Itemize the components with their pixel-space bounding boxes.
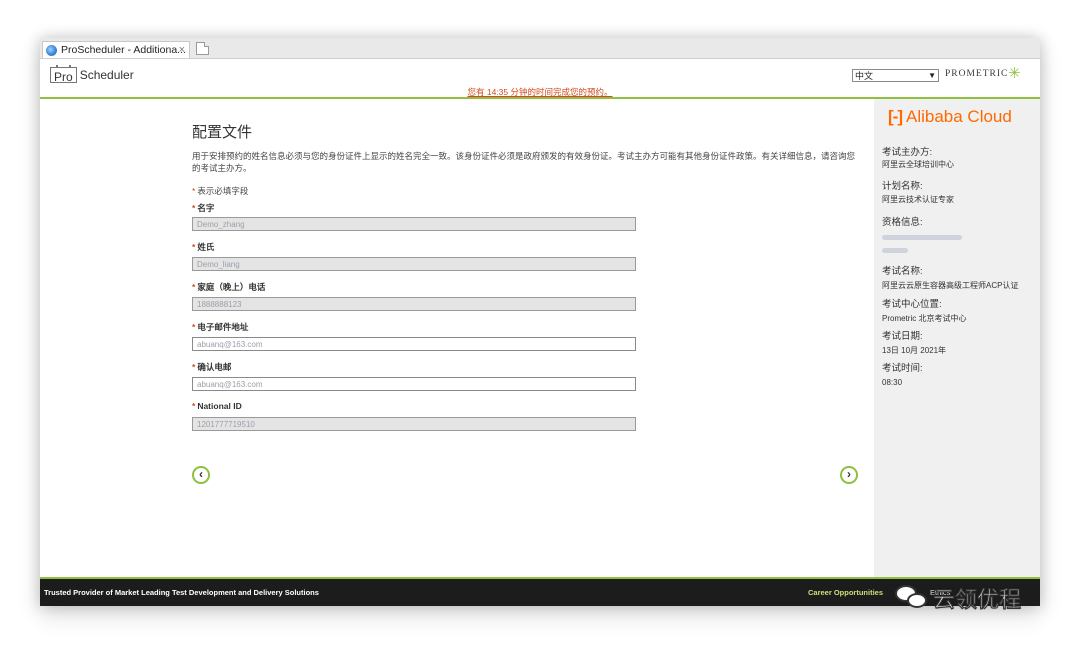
language-selected: 中文 <box>855 71 874 81</box>
program-label: 计划名称: <box>882 181 923 192</box>
required-marker: * <box>192 282 196 292</box>
required-marker: * <box>192 203 196 213</box>
next-button[interactable]: › <box>840 466 858 484</box>
last-name-label: * 姓氏 <box>192 241 214 253</box>
wechat-watermark: 云领优程 <box>895 582 1022 614</box>
required-note: * 表示必填字段 <box>192 185 248 197</box>
national-id-field[interactable] <box>192 417 636 431</box>
home-phone-label-text: 家庭（晚上）电话 <box>197 282 266 292</box>
national-id-label: * National ID <box>192 401 242 411</box>
eligibility-value-redacted <box>882 235 962 240</box>
confirm-email-label: * 确认电邮 <box>192 361 231 373</box>
time-label: 考试时间: <box>882 363 923 374</box>
exam-label: 考试名称: <box>882 266 923 277</box>
new-tab-icon[interactable] <box>196 42 209 55</box>
required-marker: * <box>192 401 196 411</box>
required-marker: * <box>192 186 196 196</box>
browser-tab[interactable]: ProScheduler - Additiona... × <box>42 41 190 58</box>
logo-scheduler: Scheduler <box>79 68 134 82</box>
prometric-star-icon: ✳ <box>1008 65 1021 82</box>
chevron-down-icon: ▼ <box>928 71 936 80</box>
alibaba-cloud-name: Alibaba Cloud <box>905 107 1012 126</box>
first-name-field[interactable] <box>192 217 636 231</box>
time-value: 08:30 <box>882 378 903 387</box>
exam-summary-sidebar: [-] Alibaba Cloud 考试主办方: 阿里云全球培训中心 计划名称: … <box>874 99 1040 577</box>
profile-form-area: 配置文件 用于安排预约的姓名信息必须与您的身份证件上显示的姓名完全一致。该身份证… <box>40 99 874 577</box>
exam-value: 阿里云云原生容器高级工程师ACP认证 <box>882 281 1019 290</box>
email-label-text: 电子邮件地址 <box>197 322 249 332</box>
language-select[interactable]: 中文 ▼ <box>852 69 939 82</box>
confirm-email-label-text: 确认电邮 <box>197 362 232 372</box>
page-footer: Trusted Provider of Market Leading Test … <box>40 577 1040 606</box>
program-value: 阿里云技术认证专家 <box>882 195 954 204</box>
alibaba-cloud-logo: [-] Alibaba Cloud <box>888 107 1012 127</box>
browser-window: ProScheduler - Additiona... × Pro Schedu… <box>40 38 1040 606</box>
required-marker: * <box>192 362 196 372</box>
wechat-icon <box>895 585 929 611</box>
required-marker: * <box>192 322 196 332</box>
email-label: * 电子邮件地址 <box>192 321 248 333</box>
eligibility-label: 资格信息: <box>882 217 923 228</box>
first-name-label: * 名字 <box>192 202 214 214</box>
browser-tab-title: ProScheduler - Additiona... <box>61 44 186 56</box>
last-name-label-text: 姓氏 <box>197 242 215 252</box>
proscheduler-logo: Pro Scheduler <box>50 65 134 85</box>
prometric-logo: PROMETRIC <box>945 69 1009 79</box>
previous-button[interactable]: ‹ <box>192 466 210 484</box>
id-policy-text: 用于安排预约的姓名信息必须与您的身份证件上显示的姓名完全一致。该身份证件必须是政… <box>192 151 856 173</box>
first-name-label-text: 名字 <box>197 203 215 213</box>
alibaba-cloud-mark: [-] <box>888 107 903 126</box>
footer-tagline: Trusted Provider of Market Leading Test … <box>44 588 319 597</box>
national-id-label-text: National ID <box>197 401 242 411</box>
close-icon[interactable]: × <box>179 42 185 59</box>
required-marker: * <box>192 242 196 252</box>
sponsor-value: 阿里云全球培训中心 <box>882 160 954 169</box>
confirm-email-field[interactable] <box>192 377 636 391</box>
page-title: 配置文件 <box>192 124 253 141</box>
home-phone-field[interactable] <box>192 297 636 311</box>
center-value: Prometric 北京考试中心 <box>882 314 967 323</box>
career-link[interactable]: Career Opportunities <box>808 588 883 597</box>
date-label: 考试日期: <box>882 331 923 342</box>
sponsor-label: 考试主办方: <box>882 147 933 158</box>
browser-tab-bar: ProScheduler - Additiona... × <box>40 38 1040 59</box>
session-timer: 您有 14:35 分钟的时间完成您的预约。 <box>467 87 613 97</box>
last-name-field[interactable] <box>192 257 636 271</box>
logo-pro: Pro <box>50 65 77 84</box>
watermark-text: 云领优程 <box>932 586 1022 612</box>
email-field[interactable] <box>192 337 636 351</box>
date-value: 13日 10月 2021年 <box>882 346 947 355</box>
app-header: Pro Scheduler 您有 14:35 分钟的时间完成您的预约。 中文 ▼… <box>40 59 1040 99</box>
required-note-text: 表示必填字段 <box>197 186 249 196</box>
browser-globe-icon <box>46 45 57 56</box>
eligibility-value-redacted <box>882 248 908 253</box>
center-label: 考试中心位置: <box>882 299 942 310</box>
wechat-bubble-small <box>907 593 927 608</box>
home-phone-label: * 家庭（晚上）电话 <box>192 281 265 293</box>
